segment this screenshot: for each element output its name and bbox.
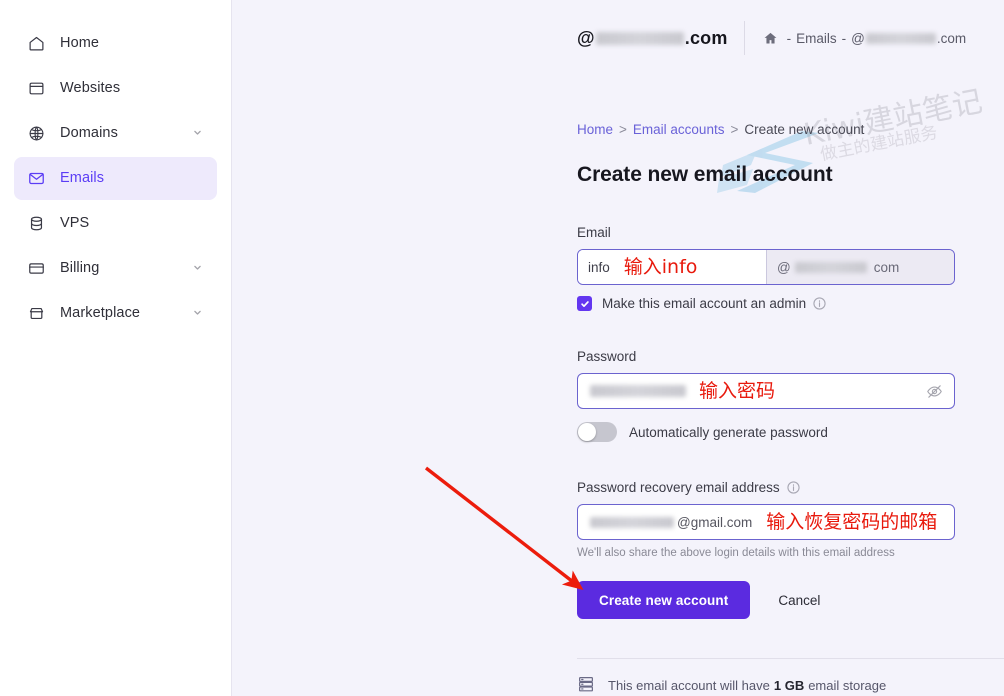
redacted-password [590, 385, 686, 397]
topbar-dash-2: - [841, 30, 847, 46]
email-domain-tld: com [873, 259, 900, 275]
sidebar-item-home[interactable]: Home [14, 22, 217, 65]
redacted-domain [794, 261, 867, 273]
chevron-down-icon[interactable] [193, 128, 205, 140]
toggle-knob [578, 423, 596, 441]
breadcrumb: Home > Email accounts > Create new accou… [577, 122, 970, 137]
sidebar-item-websites[interactable]: Websites [14, 67, 217, 110]
password-label: Password [577, 349, 970, 364]
email-local-input[interactable]: info 输入info [578, 250, 766, 284]
sidebar-item-label: Websites [60, 80, 121, 97]
email-annotation: 输入info [623, 255, 698, 278]
email-domain-at: @ [777, 259, 791, 275]
cancel-button[interactable]: Cancel [778, 593, 820, 608]
recovery-email-domain: @gmail.com [677, 514, 753, 530]
topbar-breadcrumb: - Emails - @ .com [763, 30, 967, 46]
home-icon [26, 34, 46, 54]
email-label-text: Email [577, 225, 611, 240]
sidebar-item-vps[interactable]: VPS [14, 202, 217, 245]
account-title: @ .com [577, 28, 728, 49]
sidebar-item-label: Domains [60, 125, 118, 142]
create-new-account-button[interactable]: Create new account [577, 581, 751, 619]
recovery-email-value: @gmail.com [589, 515, 752, 530]
breadcrumb-separator: > [619, 122, 627, 137]
redacted-domain [865, 32, 936, 44]
sidebar-item-label: Emails [60, 170, 105, 187]
info-icon[interactable] [786, 481, 800, 494]
window-icon [26, 79, 46, 99]
email-input-group[interactable]: info 输入info @ com [577, 249, 955, 285]
admin-checkbox-label: Make this email account an admin [602, 296, 807, 311]
recovery-email-input[interactable]: @gmail.com 输入恢复密码的邮箱 [577, 504, 955, 540]
sidebar: Home Websites Domains Emails VPS Billing… [0, 0, 232, 696]
market-icon [26, 304, 46, 324]
password-label-text: Password [577, 349, 637, 364]
chevron-down-icon[interactable] [193, 308, 205, 320]
credit-card-icon [26, 259, 46, 279]
recovery-annotation: 输入恢复密码的邮箱 [766, 510, 938, 533]
admin-checkbox[interactable] [577, 296, 592, 311]
account-title-suffix: .com [684, 27, 728, 48]
breadcrumb-separator: > [730, 122, 739, 137]
topbar-emails-link[interactable]: Emails [796, 31, 837, 46]
envelope-icon [26, 169, 46, 189]
form-actions: Create new account Cancel [577, 581, 970, 619]
sidebar-item-billing[interactable]: Billing [14, 247, 217, 290]
generate-password-label: Automatically generate password [629, 424, 828, 440]
chevron-down-icon[interactable] [193, 263, 205, 275]
storage-icon [577, 675, 597, 695]
topbar-divider [743, 21, 745, 55]
storage-note: This email account will have 1 GB email … [577, 675, 1004, 695]
home-icon[interactable] [763, 31, 778, 46]
sidebar-item-marketplace[interactable]: Marketplace [14, 292, 217, 335]
redacted-email-user [590, 516, 674, 528]
recovery-help-text: We'll also share the above login details… [577, 547, 895, 559]
password-annotation: 输入密码 [699, 379, 776, 402]
sidebar-item-label: Marketplace [60, 305, 141, 322]
breadcrumb-home[interactable]: Home [577, 122, 613, 137]
content-area: Home > Email accounts > Create new accou… [232, 122, 1004, 619]
server-icon [26, 214, 46, 234]
breadcrumb-email-accounts[interactable]: Email accounts [633, 122, 725, 137]
topbar-dash-1: - [786, 30, 792, 46]
sidebar-item-label: Billing [60, 260, 100, 277]
sidebar-item-emails[interactable]: Emails [14, 157, 217, 200]
storage-note-after: email storage [808, 677, 887, 693]
password-input[interactable]: 输入密码 [577, 373, 955, 409]
sidebar-item-domains[interactable]: Domains [14, 112, 217, 155]
globe-icon [26, 124, 46, 144]
topbar-at: @ [851, 30, 865, 46]
page-title: Create new email account [577, 163, 833, 186]
info-icon[interactable] [813, 297, 826, 310]
breadcrumb-current: Create new account [744, 122, 865, 137]
topbar: @ .com - Emails - @ .com [232, 0, 1004, 76]
storage-amount: 1 GB [773, 677, 805, 693]
eye-off-icon[interactable] [926, 383, 943, 400]
admin-checkbox-row[interactable]: Make this email account an admin [577, 296, 970, 311]
email-label: Email [577, 225, 970, 240]
main-panel: Kiwi建站笔记 做主的建站服务 @ .com - Emails - @ .com [232, 0, 1004, 696]
recovery-label-text: Password recovery email address [577, 480, 780, 495]
storage-note-before: This email account will have [608, 677, 770, 693]
app-root: Home Websites Domains Emails VPS Billing… [0, 0, 1004, 696]
email-local-value: info [588, 259, 610, 275]
redacted-domain [595, 31, 684, 45]
email-domain-suffix: @ com [766, 250, 954, 284]
recovery-label: Password recovery email address [577, 480, 970, 495]
topbar-suffix: .com [936, 30, 967, 46]
footer-divider [577, 658, 1004, 659]
sidebar-item-label: VPS [60, 215, 90, 232]
account-title-prefix: @ [577, 27, 595, 48]
sidebar-item-label: Home [60, 35, 100, 52]
generate-password-row[interactable]: Automatically generate password [577, 422, 970, 442]
generate-password-toggle[interactable] [577, 422, 617, 442]
